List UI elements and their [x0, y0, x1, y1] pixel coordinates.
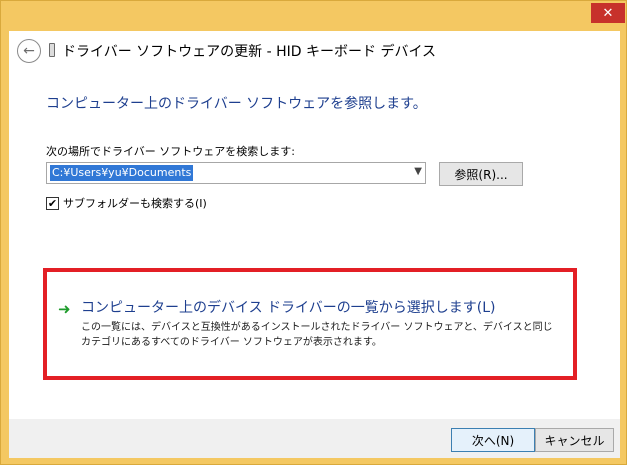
window-title: ドライバー ソフトウェアの更新 - HID キーボード デバイス — [62, 44, 437, 60]
option-title-link[interactable]: コンピューター上のデバイス ドライバーの一覧から選択します(L) — [81, 297, 495, 317]
path-input[interactable]: C:¥Users¥yu¥Documents — [50, 165, 194, 181]
browse-button[interactable]: 参照(R)... — [439, 162, 523, 186]
chevron-down-icon[interactable]: ▼ — [414, 166, 422, 177]
checkmark-icon: ✔ — [47, 196, 58, 210]
close-icon: ✕ — [602, 5, 614, 21]
green-arrow-icon: ➜ — [58, 300, 71, 318]
subfolder-checkbox[interactable]: ✔ — [46, 196, 59, 210]
cancel-button[interactable]: キャンセル — [535, 428, 614, 452]
next-button[interactable]: 次へ(N) — [451, 428, 535, 452]
page-heading: コンピューター上のドライバー ソフトウェアを参照します。 — [46, 96, 427, 112]
back-arrow-icon: ← — [23, 43, 35, 59]
content-area: コンピューター上のドライバー ソフトウェアを参照します。 次の場所でドライバー … — [9, 71, 620, 419]
title-bar: ← ドライバー ソフトウェアの更新 - HID キーボード デバイス — [9, 31, 620, 71]
subfolder-option[interactable]: ✔ サブフォルダーも検索する(I) — [46, 195, 207, 211]
footer-bar: 次へ(N) キャンセル — [9, 419, 620, 458]
option-description: この一覧には、デバイスと互換性があるインストールされたドライバー ソフトウェアと… — [81, 322, 553, 348]
subfolder-label[interactable]: サブフォルダーも検索する(I) — [63, 195, 207, 211]
window-frame: ✕ ← ドライバー ソフトウェアの更新 - HID キーボード デバイス コンピ… — [0, 0, 627, 465]
path-combobox[interactable]: C:¥Users¥yu¥Documents ▼ — [46, 162, 426, 184]
back-button[interactable]: ← — [17, 39, 41, 63]
search-location-label: 次の場所でドライバー ソフトウェアを検索します: — [46, 145, 295, 158]
close-button[interactable]: ✕ — [591, 3, 625, 23]
device-driver-list-option[interactable]: ➜ コンピューター上のデバイス ドライバーの一覧から選択します(L) この一覧に… — [43, 268, 577, 380]
usb-device-icon — [49, 43, 55, 57]
